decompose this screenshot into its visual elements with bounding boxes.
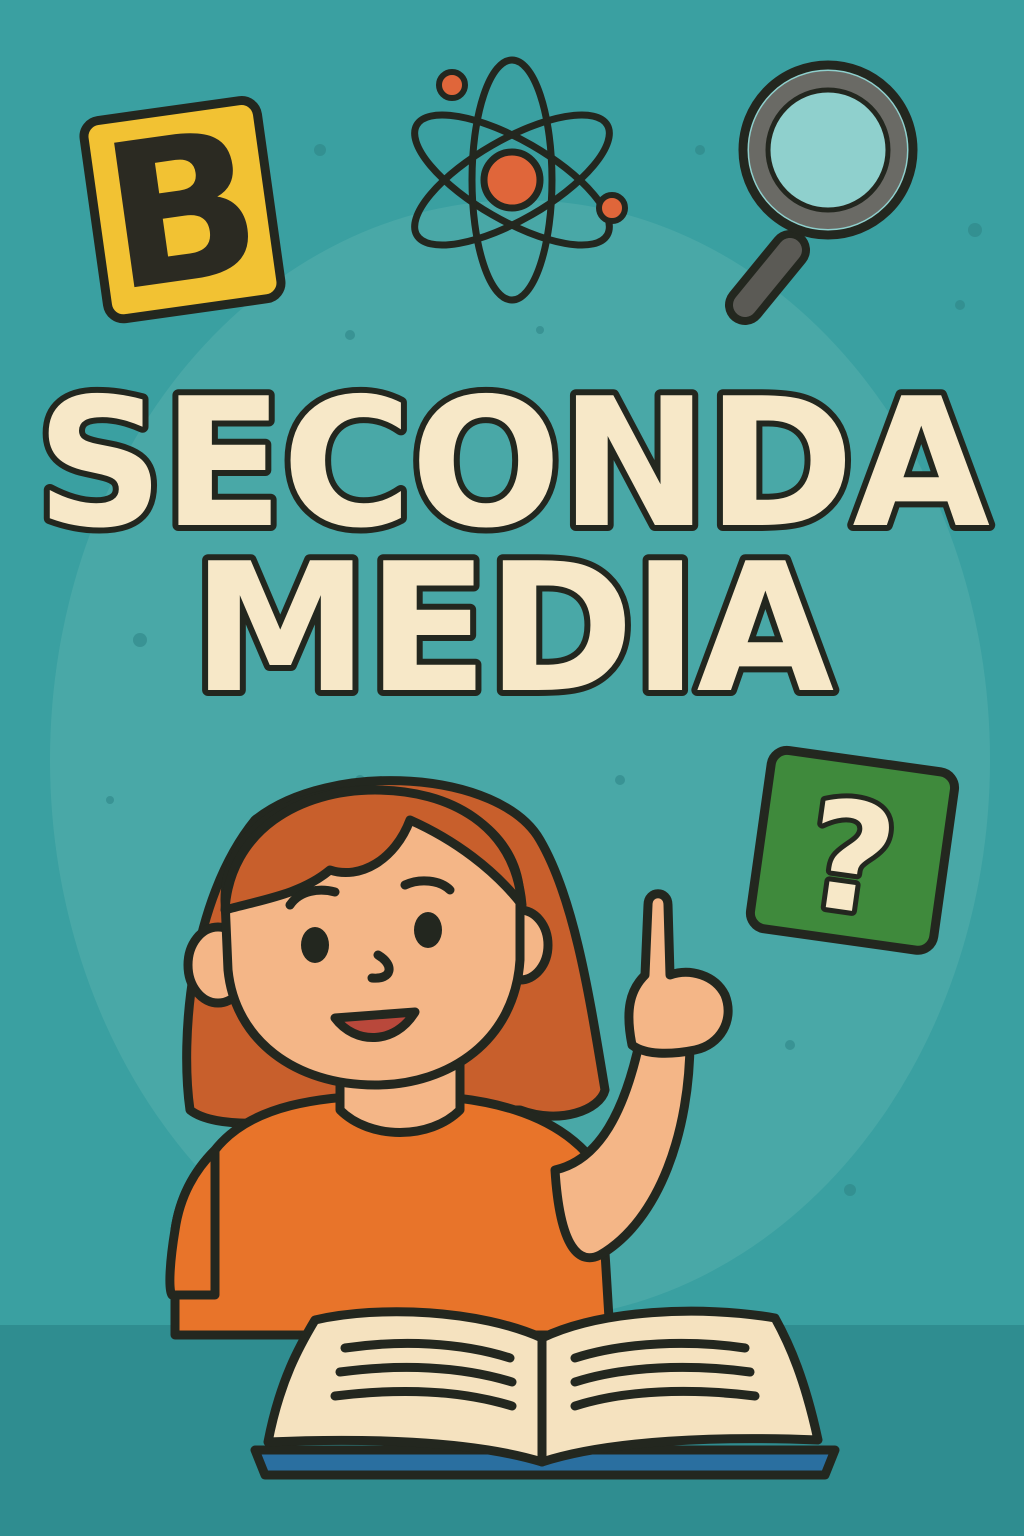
magnifying-glass-icon [725,60,918,325]
letter-b-glyph: B [90,85,273,337]
poster: B SECONDA MEDIA ? [0,0,1024,1536]
poster-artwork: B SECONDA MEDIA ? [0,56,1024,1536]
title-line-2: MEDIA [192,525,834,732]
letter-b-icon: B [79,85,286,337]
question-mark-icon: ? [745,745,960,956]
left-eye [301,927,329,963]
book-right-page [537,1306,823,1467]
left-sleeve [165,1145,220,1300]
book-left-page [263,1307,547,1467]
open-book-icon [250,1306,840,1480]
right-eye [414,912,442,948]
